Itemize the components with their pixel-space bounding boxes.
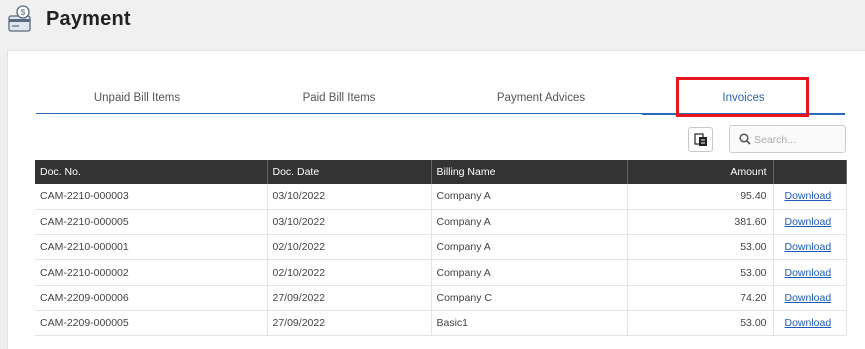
cell-amount: 53.00	[627, 310, 774, 337]
column-header-billing-name[interactable]: Billing Name	[431, 160, 628, 184]
cell-doc-no: CAM-2210-000005	[35, 209, 268, 236]
cell-doc-no: CAM-2209-000005	[35, 310, 268, 337]
cell-action: Download	[773, 234, 847, 261]
highlight-annotation	[676, 77, 809, 117]
download-link[interactable]: Download	[785, 190, 832, 202]
column-header-doc-date[interactable]: Doc. Date	[267, 160, 432, 184]
cell-doc-date: 03/10/2022	[267, 184, 432, 210]
cell-amount: 53.00	[627, 259, 774, 286]
cell-doc-date: 27/09/2022	[267, 310, 432, 337]
cell-amount: 53.00	[627, 234, 774, 261]
search-icon	[739, 133, 751, 145]
download-link[interactable]: Download	[785, 292, 832, 304]
page-title: Payment	[46, 8, 131, 30]
cell-amount: 74.20	[627, 285, 774, 311]
cell-billing-name: Company A	[431, 259, 628, 286]
table-row: CAM-2210-000002 02/10/2022 Company A 53.00 D…	[35, 259, 847, 286]
column-header-amount[interactable]: Amount	[627, 160, 774, 184]
cell-billing-name: Company A	[431, 234, 628, 261]
tab-unpaid-bill-items[interactable]: Unpaid Bill Items	[36, 83, 238, 113]
cell-amount: 381.60	[627, 209, 774, 236]
export-excel-icon	[693, 132, 707, 146]
svg-text:$: $	[21, 8, 26, 17]
cell-doc-no: CAM-2209-000006	[35, 285, 268, 311]
cell-doc-date: 03/10/2022	[267, 209, 432, 236]
cell-doc-no: CAM-2210-000001	[35, 234, 268, 261]
cell-doc-no: CAM-2210-000002	[35, 259, 268, 286]
cell-action: Download	[773, 285, 847, 311]
table-row: CAM-2210-000001 02/10/2022 Company A 53.00 D…	[35, 234, 847, 261]
cell-doc-date: 02/10/2022	[267, 234, 432, 261]
column-header-action	[773, 160, 847, 184]
table-row: CAM-2210-000003 03/10/2022 Company A 95.40 D…	[35, 184, 847, 210]
cell-billing-name: Company A	[431, 184, 628, 210]
cell-billing-name: Basic1	[431, 310, 628, 337]
cell-doc-date: 27/09/2022	[267, 285, 432, 311]
search-field[interactable]	[729, 125, 846, 153]
table-row: CAM-2209-000006 27/09/2022 Company C 74.20 D…	[35, 285, 847, 311]
table-header-row: Doc. No. Doc. Date Billing Name Amount	[35, 160, 847, 184]
cell-action: Download	[773, 259, 847, 286]
cell-billing-name: Company C	[431, 285, 628, 311]
cell-amount: 95.40	[627, 184, 774, 210]
cell-billing-name: Company A	[431, 209, 628, 236]
cell-doc-date: 02/10/2022	[267, 259, 432, 286]
download-link[interactable]: Download	[785, 267, 832, 279]
table-row: CAM-2209-000005 27/09/2022 Basic1 53.00 Down…	[35, 310, 847, 337]
payment-card-icon: $	[8, 5, 31, 32]
export-button[interactable]	[688, 127, 713, 152]
search-input[interactable]	[754, 130, 842, 149]
cell-doc-no: CAM-2210-000003	[35, 184, 268, 210]
download-link[interactable]: Download	[785, 317, 832, 329]
download-link[interactable]: Download	[785, 241, 832, 253]
invoices-table: Doc. No. Doc. Date Billing Name Amount C…	[35, 160, 847, 337]
column-header-doc-no[interactable]: Doc. No.	[35, 160, 268, 184]
cell-action: Download	[773, 310, 847, 337]
table-row: CAM-2210-000005 03/10/2022 Company A 381.60…	[35, 209, 847, 236]
page-header: $ Payment	[0, 0, 865, 50]
cell-action: Download	[773, 184, 847, 210]
tab-paid-bill-items[interactable]: Paid Bill Items	[238, 83, 440, 113]
tab-payment-advices[interactable]: Payment Advices	[440, 83, 642, 113]
cell-action: Download	[773, 209, 847, 236]
download-link[interactable]: Download	[785, 216, 832, 228]
